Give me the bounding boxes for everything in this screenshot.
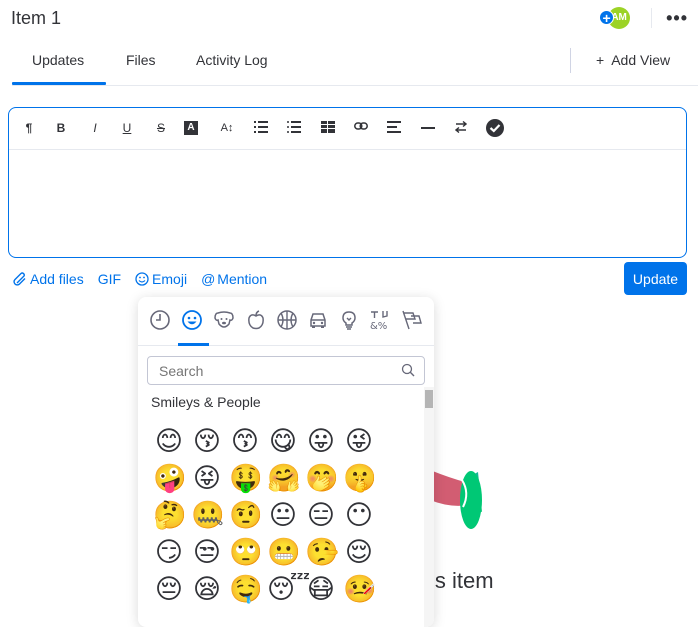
mention-label: Mention [217, 271, 268, 287]
strikethrough-icon[interactable]: S [151, 118, 171, 138]
update-button[interactable]: Update [624, 262, 687, 295]
smiley-icon[interactable] [181, 309, 203, 331]
tab-activity-log[interactable]: Activity Log [196, 52, 268, 68]
apple-icon[interactable] [245, 309, 267, 331]
scrollbar-thumb[interactable] [425, 390, 433, 408]
update-editor[interactable]: ¶ B I U S A A↕ [8, 107, 687, 258]
emoji[interactable]: 🙄 [229, 537, 263, 569]
checklist-icon[interactable] [485, 118, 505, 138]
bold-icon[interactable]: B [51, 118, 71, 138]
dog-icon[interactable] [213, 309, 235, 331]
divider [651, 8, 653, 28]
emoji[interactable]: 😜 [343, 426, 375, 458]
table-icon[interactable] [318, 118, 338, 138]
emoji[interactable]: 😛 [305, 426, 337, 458]
emoji[interactable]: 😴 [267, 574, 310, 606]
emoji[interactable]: 😙 [229, 426, 261, 458]
emoji-button[interactable]: Emoji [135, 271, 187, 287]
paperclip-icon [13, 272, 26, 286]
gif-button[interactable]: GIF [98, 271, 121, 287]
emoji[interactable]: 😐 [267, 500, 299, 532]
plus-icon: + [596, 52, 605, 68]
emoji[interactable]: 😌 [343, 537, 375, 569]
clock-icon[interactable] [149, 309, 171, 331]
tab-updates[interactable]: Updates [32, 52, 84, 68]
emoji[interactable]: 🤥 [305, 537, 339, 569]
emoji[interactable]: 🤫 [343, 463, 377, 495]
emoji-picker: &% Smileys & People 😊 😚 😙 😋 😛 😜 🤪 😝 🤑 🤗 … [138, 297, 434, 627]
search-icon [401, 363, 415, 377]
underline-icon[interactable]: U [117, 118, 137, 138]
emoji-section-label: Smileys & People [151, 394, 261, 410]
emoji[interactable]: 😏 [153, 537, 185, 569]
font-size-icon[interactable]: A↕ [217, 118, 237, 138]
item-title: Item 1 [11, 8, 62, 28]
empty-state-text: is item [430, 568, 494, 593]
smiley-icon [135, 272, 149, 286]
emoji[interactable]: 😶 [343, 500, 375, 532]
basketball-icon[interactable] [276, 309, 298, 331]
emoji-search-input[interactable] [147, 356, 425, 385]
emoji-category-bar: &% [138, 297, 434, 346]
emoji[interactable]: 😷 [305, 574, 337, 606]
editor-toolbar: ¶ B I U S A A↕ [9, 108, 686, 150]
flag-icon[interactable] [400, 309, 422, 331]
emoji[interactable]: 😔 [153, 574, 185, 606]
emoji[interactable]: 🤔 [153, 500, 187, 532]
emoji[interactable]: 🤨 [229, 500, 263, 532]
tab-bar: Updates Files Activity Log + Add View [12, 42, 698, 86]
emoji[interactable]: 🤒 [343, 574, 377, 606]
emoji[interactable]: 😑 [305, 500, 337, 532]
add-view-label: Add View [611, 52, 671, 68]
link-icon[interactable] [351, 118, 371, 138]
emoji[interactable]: 😝 [191, 463, 223, 495]
numbered-list-icon[interactable] [251, 118, 271, 138]
emoji[interactable]: 🤪 [153, 463, 187, 495]
paragraph-icon[interactable]: ¶ [19, 118, 39, 138]
update-actions: Add files GIF Emoji @ Mention [13, 271, 267, 287]
bulleted-list-icon[interactable] [284, 118, 304, 138]
divider [570, 48, 571, 73]
svg-text:&%: &% [370, 321, 387, 331]
emoji[interactable]: 🤭 [305, 463, 339, 495]
header-actions: + AM ••• [599, 7, 688, 29]
emoji-label: Emoji [152, 271, 188, 287]
emoji[interactable]: 🤗 [267, 463, 301, 495]
lightbulb-icon[interactable] [338, 309, 360, 331]
emoji[interactable]: 😬 [267, 537, 301, 569]
text-color-icon[interactable]: A [184, 121, 198, 135]
emoji[interactable]: 😒 [191, 537, 223, 569]
emoji[interactable]: 😚 [191, 426, 223, 458]
tab-files[interactable]: Files [126, 52, 156, 68]
car-icon[interactable] [307, 309, 329, 331]
active-category-indicator [178, 343, 209, 346]
add-subscriber-icon[interactable]: + [599, 10, 615, 25]
add-files-label: Add files [30, 271, 84, 287]
emoji[interactable]: 😪 [191, 574, 223, 606]
subscribers[interactable]: + AM [599, 7, 633, 29]
divider-icon[interactable] [418, 118, 438, 138]
scrollbar-track[interactable] [424, 387, 434, 627]
text-direction-icon[interactable] [451, 118, 471, 138]
more-options-icon[interactable]: ••• [666, 9, 688, 27]
mention-button[interactable]: @ Mention [201, 271, 267, 287]
emoji[interactable]: 🤑 [229, 463, 263, 495]
add-view-button[interactable]: + Add View [596, 52, 670, 68]
emoji[interactable]: 🤐 [191, 500, 225, 532]
align-icon[interactable] [384, 118, 404, 138]
emoji-grid: 😊 😚 😙 😋 😛 😜 🤪 😝 🤑 🤗 🤭 🤫 🤔 🤐 🤨 😐 😑 😶 😏 😒 … [153, 426, 377, 606]
active-tab-indicator [12, 82, 106, 85]
emoji[interactable]: 😊 [153, 426, 185, 458]
italic-icon[interactable]: I [85, 118, 105, 138]
symbols-icon[interactable]: &% [369, 309, 391, 331]
emoji[interactable]: 🤤 [229, 574, 263, 606]
at-icon: @ [201, 271, 216, 287]
emoji[interactable]: 😋 [267, 426, 299, 458]
add-files-button[interactable]: Add files [13, 271, 84, 287]
